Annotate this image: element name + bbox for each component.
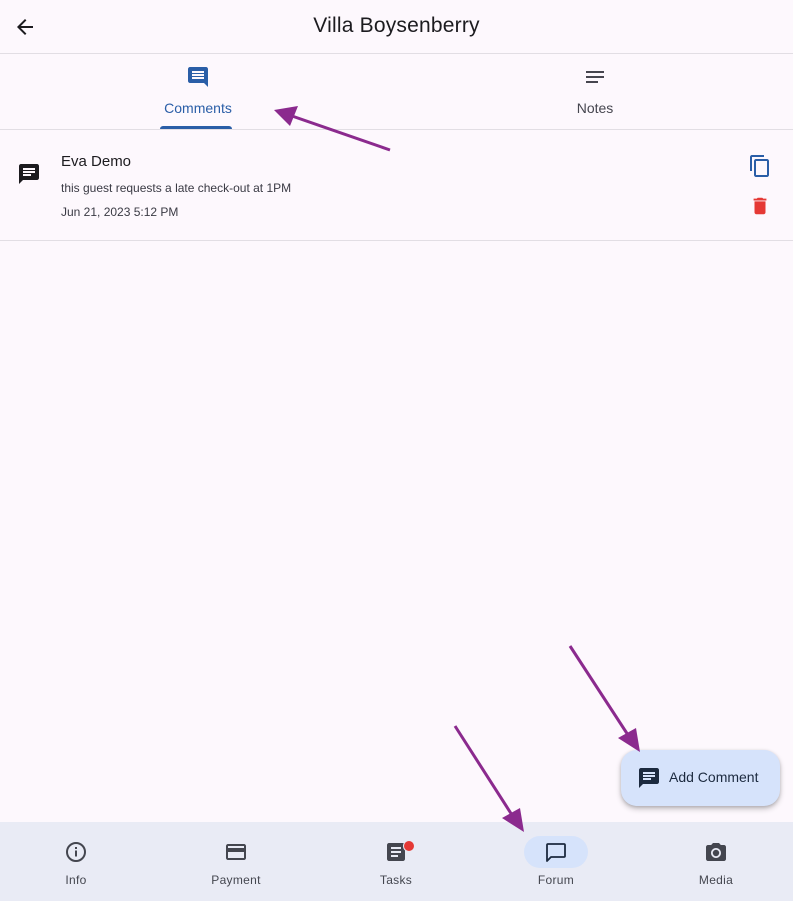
nav-item-media[interactable]: Media [636, 822, 793, 901]
nav-label-media: Media [698, 873, 734, 887]
nav-item-payment[interactable]: Payment [156, 822, 316, 901]
nav-item-tasks[interactable]: Tasks [316, 822, 476, 901]
annotation-arrow-add-comment [568, 645, 640, 752]
nav-item-forum[interactable]: Forum [476, 822, 636, 901]
comment-list-item: Eva Demo this guest requests a late chec… [0, 130, 793, 241]
nav-label-forum: Forum [537, 873, 575, 887]
comment-author: Eva Demo [61, 153, 132, 170]
tab-notes-label: Notes [576, 100, 614, 116]
add-comment-button[interactable]: Add Comment [621, 750, 780, 806]
tab-comments-label: Comments [164, 100, 232, 116]
copy-icon [750, 155, 769, 177]
comment-text: this guest requests a late check-out at … [61, 181, 292, 195]
nav-label-info: Info [65, 873, 87, 887]
comment-icon [639, 768, 659, 788]
nav-label-payment: Payment [211, 873, 261, 887]
tab-notes[interactable]: Notes [397, 54, 793, 129]
delete-comment-button[interactable] [746, 192, 774, 220]
comment-date: Jun 21, 2023 5:12 PM [61, 205, 179, 219]
trash-icon [753, 197, 767, 215]
credit-card-icon [226, 844, 246, 860]
add-comment-label: Add Comment [669, 769, 759, 785]
info-icon [66, 842, 86, 862]
tab-active-indicator [160, 126, 232, 129]
tasks-badge [403, 840, 415, 852]
tab-bar: Comments Notes [0, 54, 793, 130]
nav-label-tasks: Tasks [379, 873, 413, 887]
forum-icon [546, 843, 566, 862]
bottom-navigation: Info Payment Tasks Forum Media [0, 822, 793, 901]
camera-icon [706, 843, 726, 861]
notes-icon [586, 71, 604, 83]
page-title: Villa Boysenberry [313, 14, 480, 37]
copy-comment-button[interactable] [746, 152, 774, 180]
comment-icon [19, 164, 39, 184]
tab-comments[interactable]: Comments [0, 54, 396, 129]
comment-icon [188, 67, 208, 87]
annotation-arrow-forum-nav [453, 725, 524, 832]
top-app-bar: Villa Boysenberry [0, 0, 793, 54]
nav-item-info[interactable]: Info [0, 822, 156, 901]
